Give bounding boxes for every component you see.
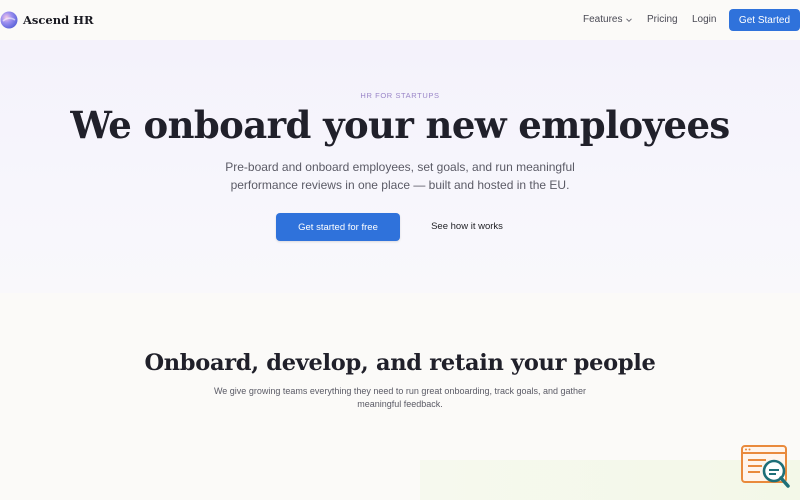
brand[interactable]: Ascend HR [0, 10, 94, 30]
section-subtitle: We give growing teams everything they ne… [213, 386, 587, 409]
logo-icon [0, 11, 18, 29]
search-document-icon [741, 445, 790, 488]
section-title: Onboard, develop, and retain your people [144, 350, 656, 376]
nav-login[interactable]: Login [692, 13, 716, 27]
nav-pricing[interactable]: Pricing [647, 13, 678, 27]
hero-eyebrow: HR FOR STARTUPS [360, 91, 440, 100]
navbar: Ascend HR Features Pricing Login Get Sta… [0, 0, 800, 40]
hero-title: We onboard your new employees [70, 103, 730, 147]
chevron-down-icon [626, 18, 633, 23]
hero-subtitle: Pre-board and onboard employees, set goa… [225, 160, 575, 192]
get-started-free-button[interactable]: Get started for free [276, 213, 400, 241]
nav-features[interactable]: Features [583, 13, 633, 27]
see-how-it-works-link[interactable]: See how it works [420, 220, 514, 234]
nav-features-label: Features [583, 14, 623, 25]
search-document-widget[interactable] [740, 444, 792, 490]
brand-name: Ascend HR [23, 13, 94, 27]
get-started-nav-button[interactable]: Get Started [729, 9, 800, 31]
features-intro-section: Onboard, develop, and retain your people… [0, 293, 800, 500]
hero-section: HR FOR STARTUPS We onboard your new empl… [0, 40, 800, 293]
